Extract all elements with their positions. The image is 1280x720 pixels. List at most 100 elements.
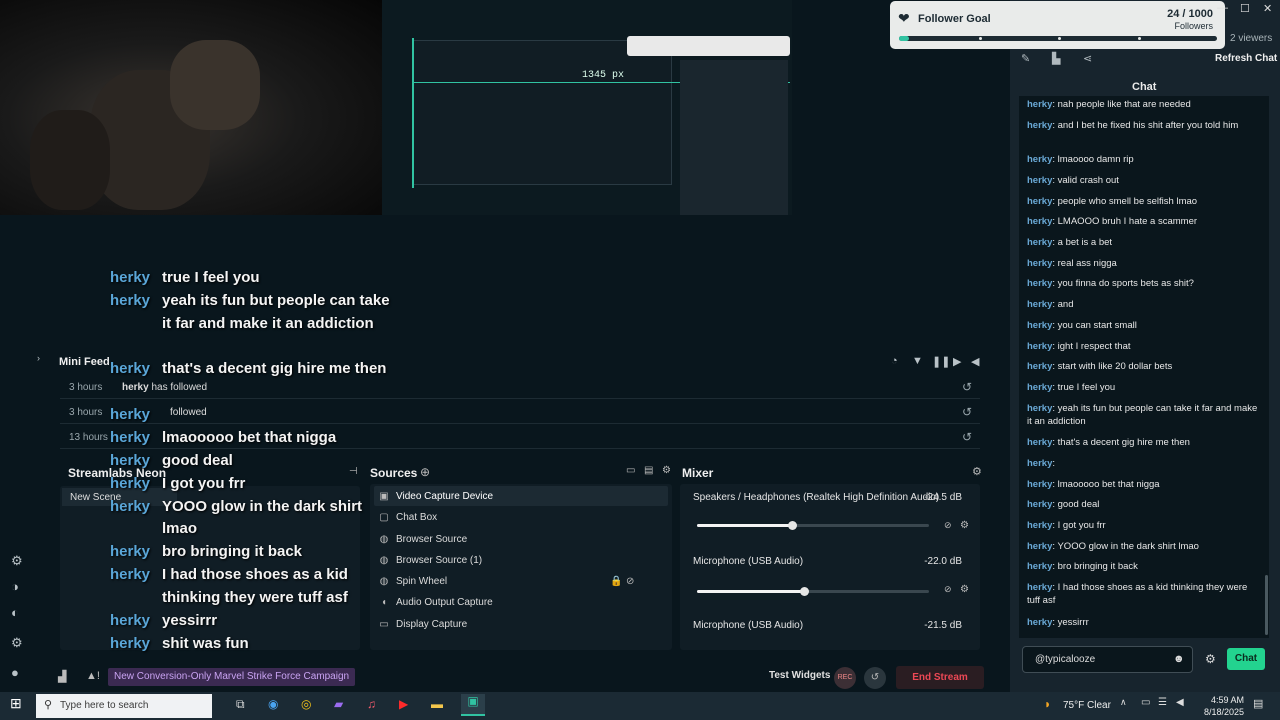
replay-alert-icon[interactable]: ↺ xyxy=(962,430,972,444)
clock[interactable]: 4:59 AM 8/18/2025 xyxy=(1204,694,1244,718)
source-item[interactable]: ▣ Video Capture Device xyxy=(378,491,493,502)
chat-username[interactable]: herky xyxy=(1027,258,1052,269)
settings-icon[interactable]: ⚙ xyxy=(11,635,23,651)
chat-username[interactable]: herky xyxy=(1027,617,1052,628)
chat-username[interactable]: herky xyxy=(1027,637,1052,638)
share-icon[interactable]: ⋖ xyxy=(1083,52,1092,65)
chat-username[interactable]: herky xyxy=(1027,120,1052,131)
scene-icon[interactable]: ▭ xyxy=(626,465,635,476)
chat-username[interactable]: herky xyxy=(1027,479,1052,490)
tray-chevron-icon[interactable]: ∧ xyxy=(1120,697,1127,708)
test-widgets-button[interactable]: Test Widgets xyxy=(769,670,830,681)
notification-icon[interactable]: ▲! xyxy=(86,670,100,682)
promo-banner[interactable]: New Conversion-Only Marvel Strike Force … xyxy=(108,668,356,686)
theme-icon[interactable]: ◑ xyxy=(11,579,19,594)
folder-icon[interactable]: ▤ xyxy=(644,465,653,476)
expand-icon[interactable]: › xyxy=(37,353,40,363)
chat-text: good deal xyxy=(1057,499,1100,511)
hidden-eye-icon[interactable]: ⊘ xyxy=(626,576,634,587)
network-icon[interactable]: ☰ xyxy=(1158,697,1167,708)
volume-tray-icon[interactable]: ◀ xyxy=(1176,697,1184,708)
pie-icon[interactable]: ◔ xyxy=(891,355,898,367)
edit-icon[interactable]: ✎ xyxy=(1021,52,1030,65)
source-label: Spin Wheel xyxy=(396,576,448,587)
overlay-chat-user: herky xyxy=(110,634,151,652)
pause-icon[interactable]: ❚❚ xyxy=(932,355,950,368)
chat-username[interactable]: herky xyxy=(1027,541,1052,552)
chat-send-button[interactable]: Chat xyxy=(1227,648,1265,670)
windows-start-icon[interactable]: ⊞ xyxy=(10,695,22,712)
chat-username[interactable]: herky xyxy=(1027,437,1052,448)
feed-time: 13 hours xyxy=(69,432,108,443)
lock-icon[interactable]: 🔒 xyxy=(610,576,622,587)
skip-icon[interactable]: ▶ xyxy=(953,355,961,368)
chat-username[interactable]: herky xyxy=(1027,499,1052,510)
chat-username[interactable]: herky xyxy=(1027,299,1052,310)
music-icon[interactable]: ♫ xyxy=(367,697,376,711)
chat-username[interactable]: herky xyxy=(1027,361,1052,372)
maximize-icon[interactable]: ☐ xyxy=(1240,2,1250,15)
stats-icon[interactable]: ▟ xyxy=(58,670,66,683)
volume-icon[interactable]: ◀ xyxy=(971,355,979,368)
volume-slider[interactable] xyxy=(697,587,929,596)
file-explorer-icon[interactable]: ▬ xyxy=(431,697,443,711)
chat-username[interactable]: herky xyxy=(1027,216,1052,227)
chat-username[interactable]: herky xyxy=(1027,582,1052,593)
chat-username[interactable]: herky xyxy=(1027,458,1052,469)
source-item[interactable]: ▭ Display Capture xyxy=(378,619,467,630)
source-item[interactable]: ◍ Browser Source xyxy=(378,534,468,545)
twitch-icon[interactable]: ▰ xyxy=(334,697,343,711)
add-source-icon[interactable]: ⊕ xyxy=(420,465,430,479)
channel-gear-icon[interactable]: ⚙ xyxy=(960,584,969,595)
pin-icon[interactable]: ▙ xyxy=(1052,52,1060,65)
mute-icon[interactable]: ⊘ xyxy=(944,584,952,595)
volume-slider[interactable] xyxy=(697,521,929,530)
chat-input[interactable]: @typicalooze xyxy=(1022,646,1193,673)
replay-alert-icon[interactable]: ↺ xyxy=(962,380,972,394)
profile-icon[interactable]: ● xyxy=(11,665,19,680)
chat-username[interactable]: herky xyxy=(1027,154,1052,165)
studio-icon[interactable]: ◐ xyxy=(11,605,19,620)
chat-username[interactable]: herky xyxy=(1027,278,1052,289)
chat-username[interactable]: herky xyxy=(1027,196,1052,207)
chat-username[interactable]: herky xyxy=(1027,320,1052,331)
volume-knob[interactable] xyxy=(799,587,809,596)
refresh-chat-button[interactable]: Refresh Chat xyxy=(1215,53,1277,64)
mixer-settings-icon[interactable]: ⚙ xyxy=(972,465,982,478)
chat-username[interactable]: herky xyxy=(1027,237,1052,248)
filter-icon[interactable]: ▼ xyxy=(912,355,923,367)
replay-alert-icon[interactable]: ↺ xyxy=(962,405,972,419)
chat-username[interactable]: herky xyxy=(1027,382,1052,393)
chat-username[interactable]: herky xyxy=(1027,175,1052,186)
chat-username[interactable]: herky xyxy=(1027,520,1052,531)
chat-message: herky: and xyxy=(1027,298,1259,311)
minimize-icon[interactable]: — xyxy=(1217,2,1228,14)
close-icon[interactable]: ✕ xyxy=(1263,2,1272,15)
chat-list[interactable]: herky: nah people like that are needed he… xyxy=(1019,96,1269,638)
record-button[interactable]: REC xyxy=(834,667,856,689)
chat-username[interactable]: herky xyxy=(1027,341,1052,352)
taskbar-search[interactable]: ⚲ Type here to search xyxy=(36,694,212,718)
end-stream-button[interactable]: End Stream xyxy=(896,666,984,689)
chat-settings-icon[interactable]: ⚙ xyxy=(1205,652,1216,666)
replay-buffer-button[interactable]: ↺ xyxy=(864,667,886,689)
battery-icon[interactable]: ▭ xyxy=(1141,697,1150,708)
task-view-icon[interactable]: ⧉ xyxy=(236,697,245,712)
chrome-icon[interactable]: ◎ xyxy=(301,697,311,711)
chat-username[interactable]: herky xyxy=(1027,99,1052,110)
notifications-icon[interactable]: ▤ xyxy=(1253,697,1263,710)
youtube-icon[interactable]: ▶ xyxy=(399,697,408,711)
gear-icon[interactable]: ⚙ xyxy=(662,465,671,476)
source-item[interactable]: ◖ Audio Output Capture xyxy=(378,597,493,608)
chat-scrollbar[interactable] xyxy=(1265,575,1268,635)
mute-icon[interactable]: ⊘ xyxy=(944,520,952,531)
channel-gear-icon[interactable]: ⚙ xyxy=(960,520,969,531)
source-item[interactable]: ◍ Browser Source (1) xyxy=(378,555,483,566)
chat-username[interactable]: herky xyxy=(1027,403,1052,414)
volume-knob[interactable] xyxy=(788,521,798,530)
chat-username[interactable]: herky xyxy=(1027,561,1052,572)
emoji-icon[interactable]: ☻ xyxy=(1173,653,1185,665)
gear-plug-icon[interactable]: ⚙ xyxy=(11,553,23,569)
edge-icon[interactable]: ◉ xyxy=(268,697,278,711)
streamlabs-icon[interactable]: ▣ xyxy=(461,694,485,716)
